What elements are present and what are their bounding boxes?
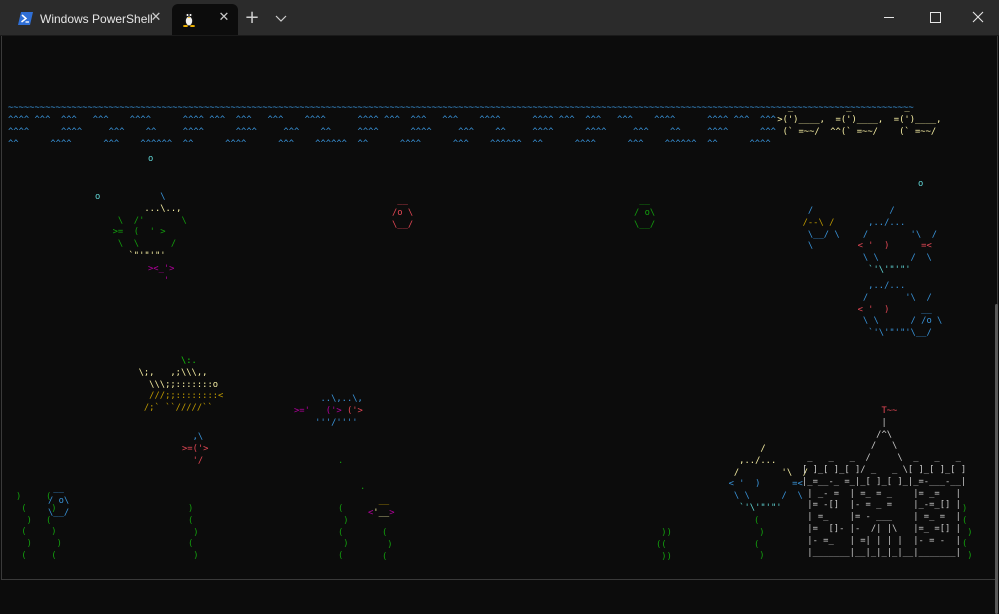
seaweed: ( ) ( ) <box>754 516 765 562</box>
minimize-icon <box>884 17 894 18</box>
water-waves-3: ^^ ^^^^ ^^^ ^^^^^^ ^^ ^^^^ ^^^ ^^^^^^ ^^… <box>8 139 771 149</box>
water-waves-2: ^^^^ ^^^^ ^^^ ^^ ^^^^ ^^^^ ^^^ ^^ ^^^^ ^… <box>8 127 776 137</box>
bubble: o <box>148 154 154 164</box>
fish: / ,../... / '\ / < ' ) =< \ \ / \ `'\'"'… <box>718 444 809 513</box>
seaweed: ( ) ( ) ) ( <box>46 492 62 561</box>
fish: __ / o\ \__/ <box>634 196 656 230</box>
close-tab-icon[interactable]: ✕ <box>148 10 164 26</box>
fish: __ /o \ \__/ <box>392 196 414 230</box>
fish: ,\ >=('> '/ <box>182 432 209 466</box>
fish: ><_'> ' <box>148 264 175 286</box>
tab-linux[interactable]: ✕ <box>172 4 238 35</box>
bubble: . <box>360 482 366 492</box>
close-window-button[interactable] <box>957 0 999 35</box>
fish: / ,../... / '\ / < ' ) =< \ \ / \ `'\'"'… <box>847 206 938 275</box>
minimize-button[interactable] <box>866 0 912 35</box>
new-tab-button[interactable]: + <box>241 8 263 28</box>
tab-windows-powershell[interactable]: Windows PowerShell ✕ <box>6 4 168 35</box>
seaweed: )) (( )) <box>656 528 672 562</box>
scrollbar[interactable] <box>995 304 998 614</box>
water-waves-1: ^^^^ ^^^ ^^^ ^^^ ^^^^ ^^^^ ^^^ ^^^ ^^^ ^… <box>8 115 776 125</box>
bubble: o <box>95 192 101 202</box>
fish: __ <'__> <box>368 496 395 518</box>
maximize-button[interactable] <box>912 0 958 35</box>
fish: ,../... / '\ / < ' ) __ \ \ / /o \ `'\'"… <box>847 281 943 339</box>
seaweed: ( ) ( ) ( <box>338 504 349 562</box>
tab-title: Windows PowerShell <box>40 12 153 26</box>
chevron-down-icon[interactable] <box>270 8 292 28</box>
title-bar: Windows PowerShell ✕ ✕ + <box>0 0 999 36</box>
seaweed: ( ) ( <box>382 528 393 562</box>
bubble: . <box>338 456 344 466</box>
fish: ..\,..\, >=' ('> ('> '''/'''' <box>294 394 363 428</box>
castle: T~~ | /^\ / \ _ _ _ / \ _ _ _ [ ]_[ ]_[ … <box>802 406 967 558</box>
fish: \ ...\.., \ /' \ >= ( ' > \ \ / `"'"'"' <box>102 192 187 261</box>
close-icon <box>972 11 984 23</box>
close-tab-icon[interactable]: ✕ <box>216 10 232 26</box>
powershell-icon <box>18 12 33 25</box>
fish: \:. \;, ,;\\\,, \\\;;:::::::o ///;;:::::… <box>138 356 224 414</box>
seaweed: ) ( ) ( ) ( <box>16 492 32 561</box>
linux-penguin-icon <box>183 12 195 27</box>
ducks: _ _ _ >(')____, =(')____, =(')____, (` =… <box>777 103 942 137</box>
maximize-icon <box>930 12 941 23</box>
seaweed: ) ( ) ( ) <box>962 504 973 562</box>
terminal-output[interactable]: ~~~~~~~~~~~~~~~~~~~~~~~~~~~~~~~~~~~~~~~~… <box>1 36 998 614</box>
bubble: o <box>918 179 924 189</box>
fish: / /--\ / \__/ \ \ <box>802 206 840 252</box>
seaweed: ) ( ) ( ) <box>188 504 199 562</box>
